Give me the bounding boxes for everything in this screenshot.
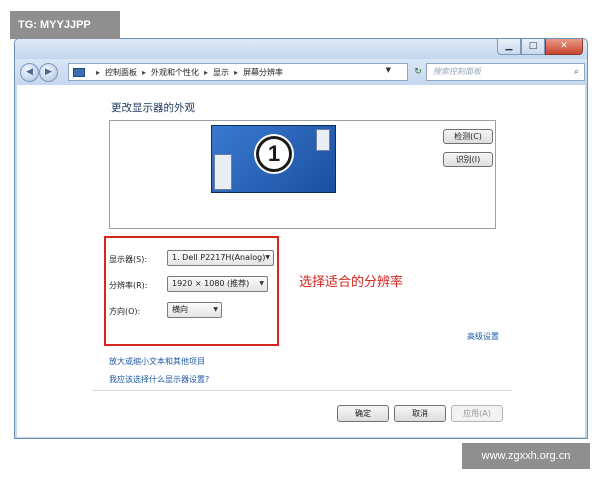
orientation-select-value: 横向 (172, 305, 188, 314)
apply-button[interactable]: 应用(A) (451, 405, 503, 422)
display-settings-help-link[interactable]: 我应该选择什么显示器设置? (109, 374, 209, 385)
desktop-window-graphic (214, 154, 232, 190)
breadcrumb-appearance[interactable]: 外观和个性化 (151, 67, 199, 78)
search-placeholder: 搜索控制面板 (433, 67, 481, 76)
search-icon[interactable]: ⌕ (574, 64, 579, 80)
breadcrumb-control-panel[interactable]: 控制面板 (105, 67, 137, 78)
control-panel-window: ▁ □ ✕ ◀ ▶ ▸ 控制面板 ▸ 外观和个性化 ▸ 显示 ▸ 屏幕分辨率 ▼… (14, 38, 588, 439)
ok-button[interactable]: 确定 (337, 405, 389, 422)
forward-button[interactable]: ▶ (39, 63, 58, 82)
refresh-icon[interactable]: ↻ (411, 63, 425, 81)
chevron-down-icon: ▼ (259, 280, 264, 287)
back-button[interactable]: ◀ (20, 63, 39, 82)
monitor-preview[interactable]: 1 (211, 125, 336, 193)
navigation-bar: ◀ ▶ ▸ 控制面板 ▸ 外观和个性化 ▸ 显示 ▸ 屏幕分辨率 ▼ ↻ 搜索控… (15, 59, 587, 85)
breadcrumb-separator[interactable]: ▸ (234, 68, 238, 77)
breadcrumb-display[interactable]: 显示 (213, 67, 229, 78)
breadcrumb-screen-resolution[interactable]: 屏幕分辨率 (243, 67, 283, 78)
cancel-button[interactable]: 取消 (394, 405, 446, 422)
breadcrumb-separator: ▸ (96, 67, 101, 77)
resolution-annotation: 选择适合的分辨率 (299, 275, 404, 290)
watermark-bottom-right: www.zgxxh.org.cn (462, 443, 590, 469)
address-bar[interactable]: ▸ 控制面板 ▸ 外观和个性化 ▸ 显示 ▸ 屏幕分辨率 ▼ (68, 63, 408, 81)
resolution-select[interactable]: 1920 × 1080 (推荐) ▼ (167, 276, 268, 292)
minimize-button[interactable]: ▁ (497, 39, 521, 55)
chevron-down-icon: ▼ (265, 254, 270, 261)
detect-button[interactable]: 检测(C) (443, 129, 493, 144)
address-dropdown-icon[interactable]: ▼ (386, 66, 391, 74)
identify-button[interactable]: 识别(I) (443, 152, 493, 167)
breadcrumb-separator[interactable]: ▸ (204, 68, 208, 77)
monitor-number-badge: 1 (256, 136, 292, 172)
maximize-button[interactable]: □ (521, 39, 545, 55)
enlarge-text-link[interactable]: 放大或缩小文本和其他项目 (109, 356, 205, 367)
title-bar: ▁ □ ✕ (15, 39, 587, 59)
desktop-window-graphic (316, 129, 330, 151)
display-select-value: 1. Dell P2217H(Analog) (172, 253, 266, 262)
close-button[interactable]: ✕ (545, 39, 583, 55)
watermark-top-left: TG: MYYJJPP (10, 11, 120, 39)
caption-buttons: ▁ □ ✕ (497, 39, 583, 55)
advanced-settings-link[interactable]: 高级设置 (467, 331, 499, 342)
footer-divider (92, 390, 512, 391)
page-title: 更改显示器的外观 (111, 102, 195, 114)
chevron-down-icon: ▼ (213, 306, 218, 313)
display-preview-panel: 1 检测(C) 识别(I) (109, 120, 496, 229)
search-input[interactable]: 搜索控制面板 ⌕ (426, 63, 585, 81)
display-label: 显示器(S): (109, 255, 148, 264)
resolution-label: 分辨率(R): (109, 281, 148, 290)
main-content: 更改显示器的外观 1 检测(C) 识别(I) 显示器(S): 1. Dell P… (17, 85, 585, 437)
breadcrumb-separator[interactable]: ▸ (142, 68, 146, 77)
orientation-label: 方向(O): (109, 307, 141, 316)
control-panel-icon (73, 67, 85, 77)
orientation-select[interactable]: 横向 ▼ (167, 302, 222, 318)
display-select[interactable]: 1. Dell P2217H(Analog) ▼ (167, 250, 274, 266)
resolution-select-value: 1920 × 1080 (推荐) (172, 279, 250, 288)
